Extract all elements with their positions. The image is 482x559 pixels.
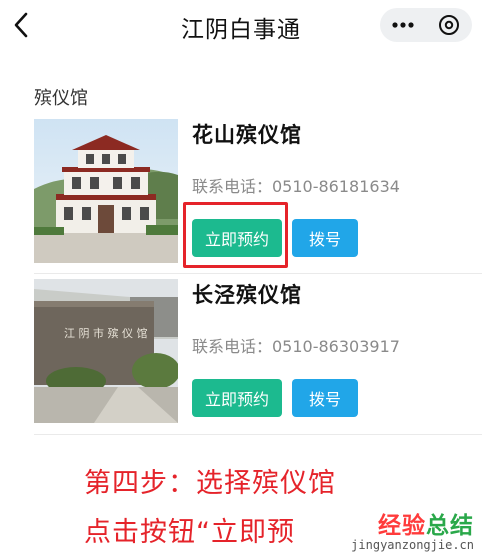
svg-text:江 阴 市 殡 仪 馆: 江 阴 市 殡 仪 馆 [64, 326, 147, 340]
watermark-url: jingyanzongjie.cn [351, 538, 474, 552]
highlight-box [183, 202, 288, 268]
section-title: 殡仪馆 [34, 88, 88, 109]
close-circle-icon [439, 15, 459, 35]
funeral-home-photo: 江 阴 市 殡 仪 馆 [34, 279, 178, 423]
dial-button[interactable]: 拨号 [292, 219, 358, 257]
close-button[interactable] [426, 8, 472, 42]
card-divider [34, 273, 482, 274]
instruction-line: 点击按钮“立即预 [84, 517, 295, 548]
card-divider [34, 434, 482, 435]
dial-button[interactable]: 拨号 [292, 379, 358, 417]
book-now-button[interactable]: 立即预约 [192, 379, 282, 417]
funeral-home-phone: 联系电话：0510-86303917 [192, 337, 400, 356]
watermark-text: 经验 [378, 513, 426, 539]
more-button[interactable] [380, 8, 426, 42]
funeral-home-card: 江 阴 市 殡 仪 馆 长泾殡仪馆 联系电话：0510-86303917 立即预… [34, 279, 480, 427]
funeral-home-photo [34, 119, 178, 263]
more-dots-icon [392, 22, 414, 28]
funeral-home-name: 长泾殡仪馆 [192, 283, 302, 307]
funeral-home-phone: 联系电话：0510-86181634 [192, 177, 400, 196]
mini-program-capsule [380, 8, 472, 42]
watermark: 经验总结 jingyanzongjie.cn [351, 506, 474, 552]
funeral-home-name: 花山殡仪馆 [192, 123, 302, 147]
watermark-text: 总结 [426, 513, 474, 539]
nav-bar: 江阴白事通 [0, 0, 482, 52]
instruction-line: 第四步：选择殡仪馆 [84, 468, 336, 499]
